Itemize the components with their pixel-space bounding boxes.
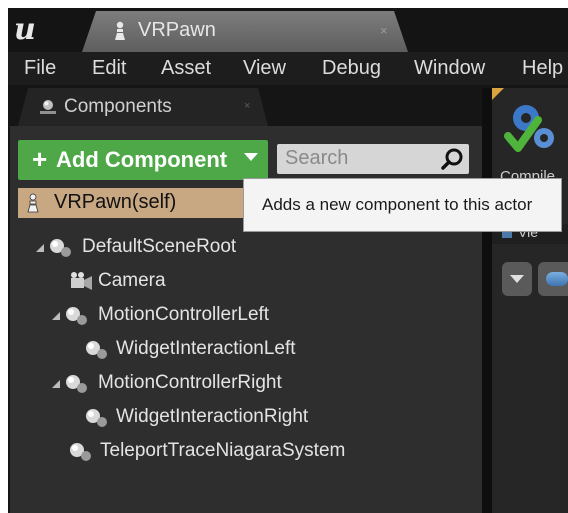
panel-splitter[interactable] — [482, 88, 492, 513]
perspective-icon — [546, 272, 568, 286]
tree-item-camera[interactable]: Camera — [68, 268, 268, 296]
expand-arrow-icon[interactable] — [36, 244, 44, 252]
title-bar: u VRPawn × — [8, 8, 568, 52]
perspective-button[interactable] — [538, 262, 568, 296]
expand-arrow-icon[interactable] — [52, 312, 60, 320]
tree-item-motioncontrollerleft[interactable]: MotionControllerLeft — [52, 302, 312, 330]
menu-debug[interactable]: Debug — [322, 57, 381, 80]
tree-item-teleporttraceniagarasystem[interactable]: TeleportTraceNiagaraSystem — [68, 438, 368, 466]
menu-asset[interactable]: Asset — [161, 57, 211, 80]
blueprint-toolbar-area: Compile Vie — [492, 88, 568, 513]
pawn-icon — [115, 21, 125, 40]
tree-item-label: TeleportTraceNiagaraSystem — [100, 440, 346, 461]
tree-item-widgetinteractionright[interactable]: WidgetInteractionRight — [84, 404, 344, 432]
document-tab-title: VRPawn — [138, 19, 216, 41]
tree-item-motioncontrollerright[interactable]: MotionControllerRight — [52, 370, 312, 398]
components-tab-label: Components — [64, 96, 172, 117]
tree-item-label: Camera — [98, 270, 166, 291]
scene-component-icon — [66, 375, 87, 393]
add-component-tooltip: Adds a new component to this actor — [243, 178, 562, 232]
scene-component-icon — [66, 307, 87, 325]
scene-component-icon — [86, 341, 107, 359]
compile-icon[interactable] — [502, 98, 562, 162]
menu-file[interactable]: File — [24, 57, 56, 80]
menu-bar: File Edit Asset View Debug Window Help — [8, 52, 568, 85]
viewport-options-button[interactable] — [502, 262, 532, 296]
menu-view[interactable]: View — [243, 57, 286, 80]
tree-item-label: DefaultSceneRoot — [82, 236, 237, 257]
tree-item-label: MotionControllerRight — [98, 372, 282, 393]
tree-item-label: MotionControllerLeft — [98, 304, 270, 325]
tree-item-label: WidgetInteractionRight — [116, 406, 309, 427]
tree-item-defaultsceneroot[interactable]: DefaultSceneRoot — [36, 234, 296, 262]
close-panel-icon[interactable]: × — [244, 100, 250, 112]
camera-icon — [71, 272, 92, 290]
expand-arrow-icon[interactable] — [52, 380, 60, 388]
tree-item-label: WidgetInteractionLeft — [116, 338, 296, 359]
tooltip-text: Adds a new component to this actor — [262, 195, 533, 214]
scene-component-icon — [50, 239, 71, 257]
scene-component-icon — [70, 443, 91, 461]
unreal-logo-icon[interactable]: u — [14, 13, 50, 47]
tab-components[interactable]: Components × — [18, 88, 268, 126]
chevron-down-icon — [510, 275, 524, 283]
menu-window[interactable]: Window — [414, 57, 485, 80]
tab-vrpawn[interactable]: VRPawn × — [82, 11, 408, 52]
menu-help[interactable]: Help — [522, 57, 563, 80]
tree-item-widgetinteractionleft[interactable]: WidgetInteractionLeft — [84, 336, 344, 364]
components-icon — [40, 100, 56, 114]
editor-window: u VRPawn × File Edit Asset View Debug Wi… — [8, 8, 568, 513]
scene-component-icon — [86, 409, 107, 427]
close-tab-icon[interactable]: × — [380, 23, 388, 38]
menu-edit[interactable]: Edit — [92, 57, 126, 80]
